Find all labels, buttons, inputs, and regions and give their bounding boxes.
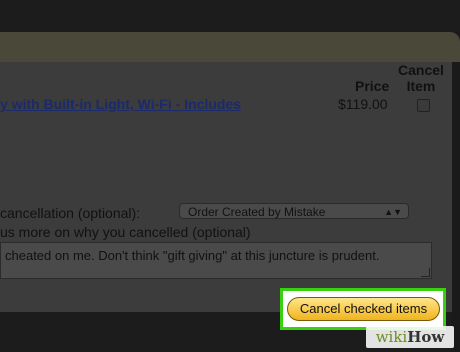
comments-text: cheated on me. Don't think "gift giving"…: [5, 248, 380, 263]
comments-textarea[interactable]: cheated on me. Don't think "gift giving"…: [0, 242, 432, 279]
cancel-item-checkbox[interactable]: [417, 99, 430, 112]
cancel-item-column-header: Cancel Item: [395, 62, 447, 94]
reason-select-value: Order Created by Mistake: [188, 205, 326, 219]
watermark-wiki: wiki: [375, 328, 408, 346]
cancel-header-line1: Cancel: [398, 62, 444, 78]
select-arrows-icon: ▲▼: [384, 207, 402, 217]
wikihow-watermark: wikiHow: [366, 326, 454, 348]
comments-label: us more on why you cancelled (optional): [0, 224, 251, 240]
cancel-checked-items-button[interactable]: Cancel checked items: [287, 297, 440, 321]
reason-select[interactable]: Order Created by Mistake ▲▼: [179, 203, 409, 219]
watermark-how: How: [407, 328, 445, 346]
section-header-band: [0, 32, 460, 62]
reason-label: cancellation (optional):: [0, 205, 141, 221]
product-title-link[interactable]: y with Built-in Light, Wi-Fi - Includes: [0, 96, 241, 112]
top-overlay: [0, 0, 460, 32]
cancel-header-line2: Item: [406, 78, 436, 94]
price-column-header: Price: [355, 78, 390, 94]
item-price: $119.00: [338, 96, 388, 112]
resize-grip-icon[interactable]: [421, 268, 430, 277]
